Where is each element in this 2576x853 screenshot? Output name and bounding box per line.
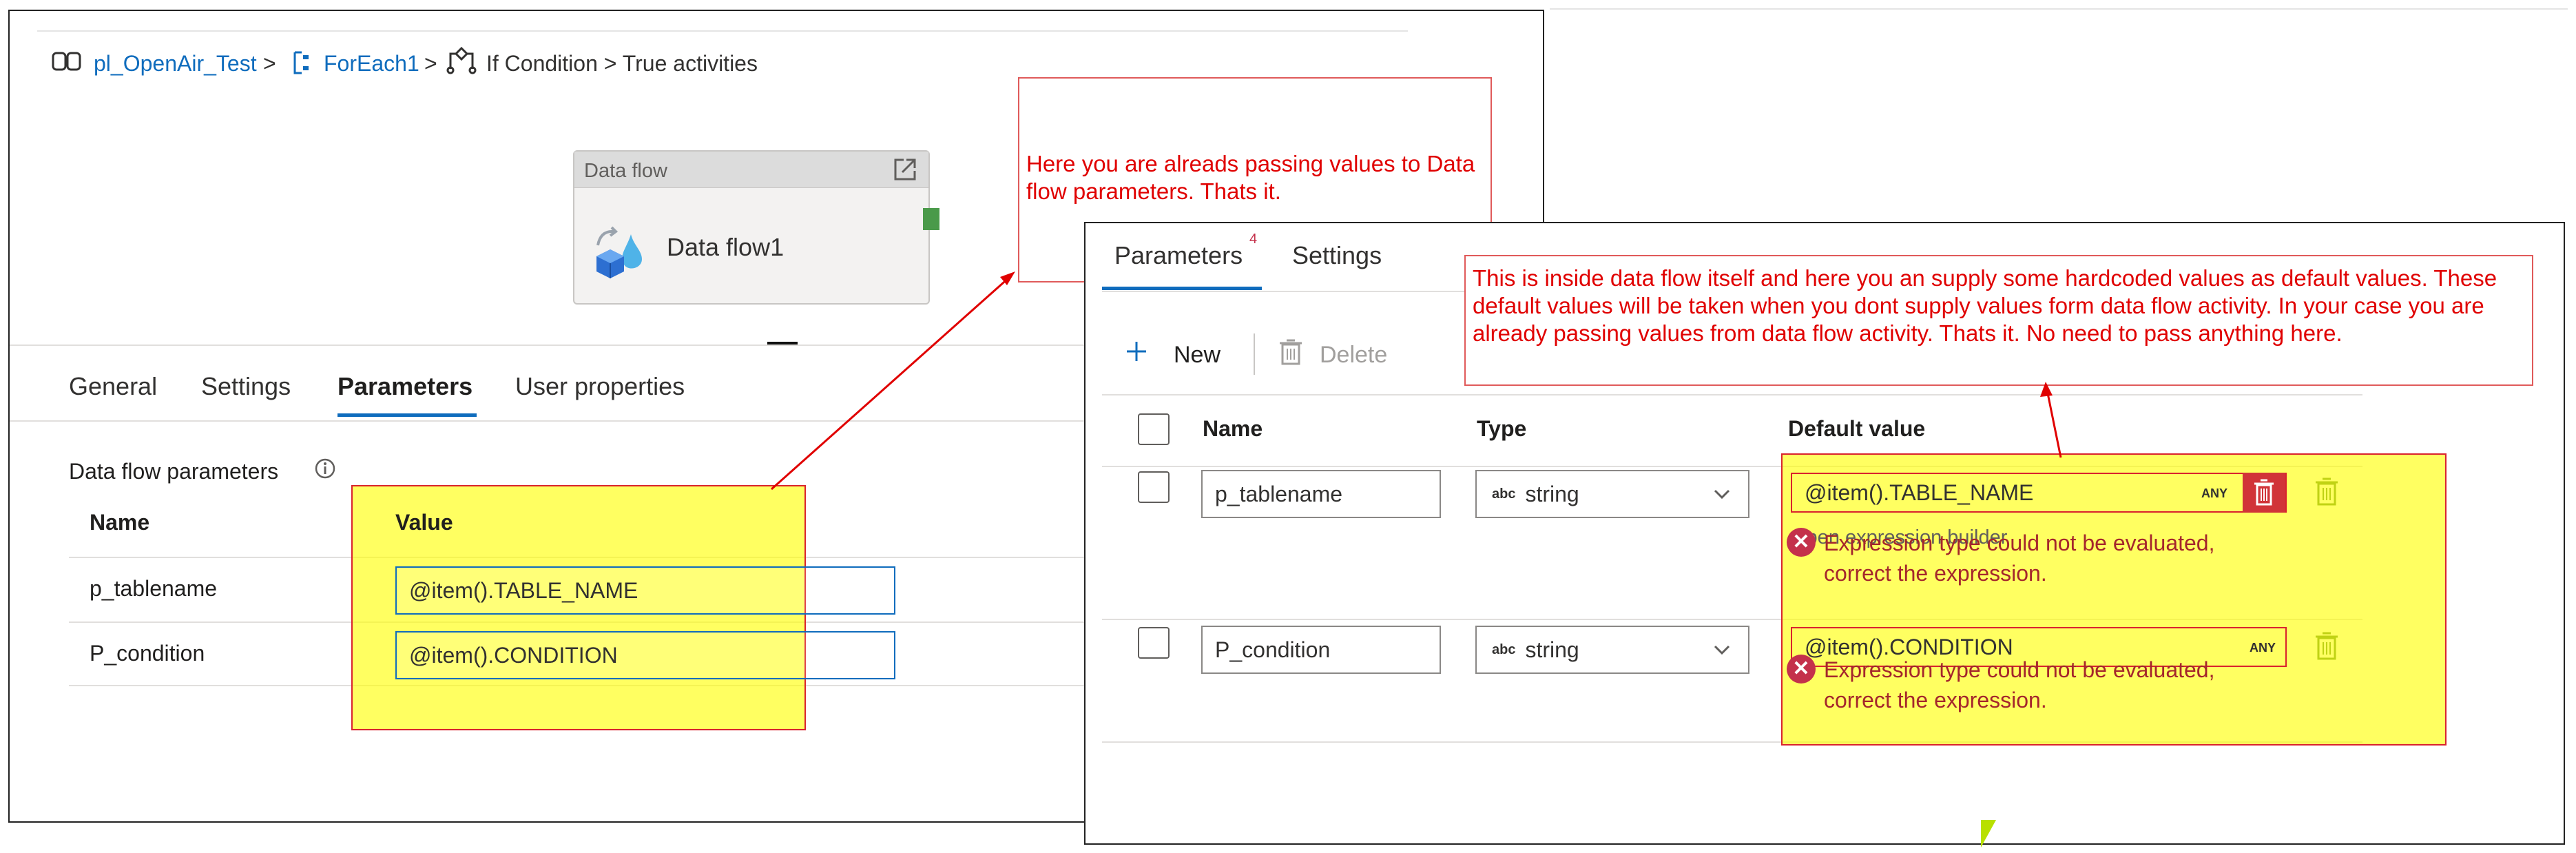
arrow-left-line xyxy=(771,276,1010,491)
arrowhead-right xyxy=(2040,382,2053,397)
mouse-cursor xyxy=(1981,820,1996,847)
annotation-arrows xyxy=(771,271,2062,491)
arrow-right-line xyxy=(2046,389,2062,458)
